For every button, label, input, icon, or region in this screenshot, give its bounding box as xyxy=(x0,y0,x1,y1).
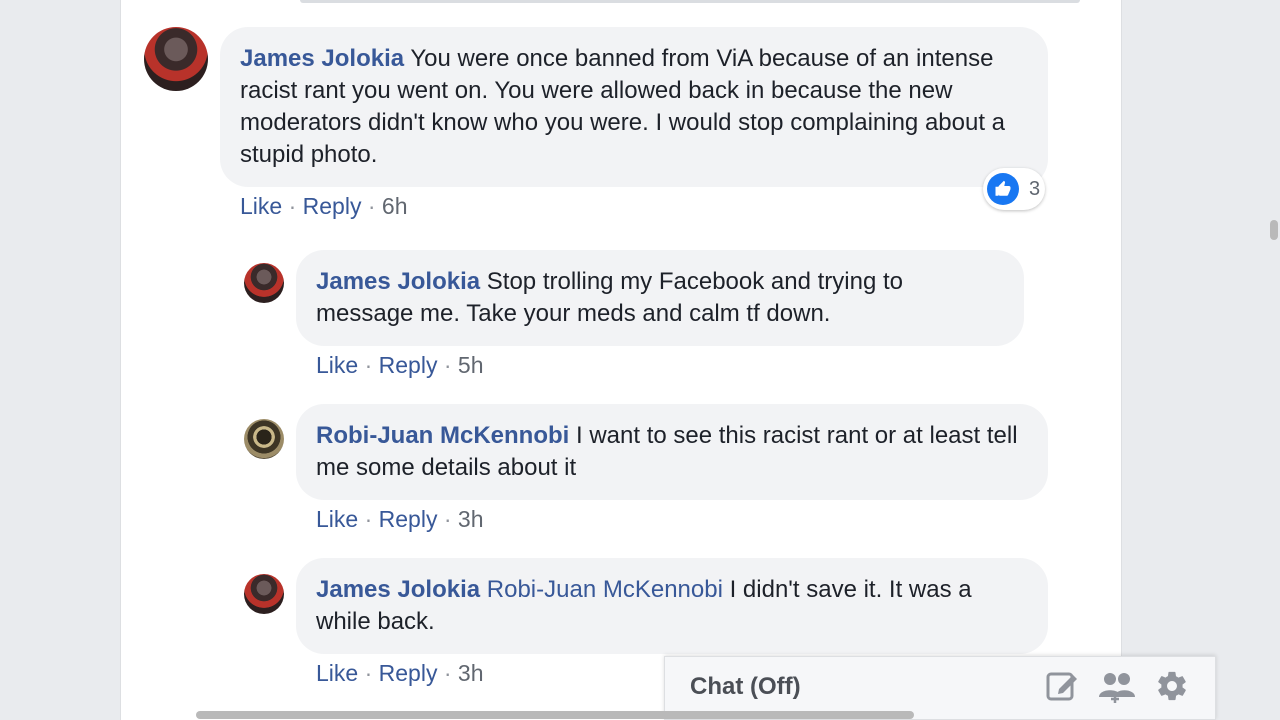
separator: · xyxy=(364,506,373,532)
compose-icon[interactable] xyxy=(1045,669,1079,708)
separator: · xyxy=(367,193,376,219)
comment-bubble: James Jolokia You were once banned from … xyxy=(220,27,1048,187)
chat-status-label[interactable]: Chat (Off) xyxy=(690,673,801,701)
separator: · xyxy=(364,660,373,686)
reply-link[interactable]: Reply xyxy=(379,506,438,532)
reply-link[interactable]: Reply xyxy=(303,193,362,219)
avatar[interactable] xyxy=(244,574,284,614)
horizontal-scrollbar[interactable] xyxy=(196,711,914,719)
separator: · xyxy=(364,352,373,378)
comment-timestamp[interactable]: 3h xyxy=(458,660,484,686)
mention-link[interactable]: Robi-Juan McKennobi xyxy=(487,576,723,603)
avatar[interactable] xyxy=(244,263,284,303)
comment-actions: Like · Reply · 5h xyxy=(316,352,484,379)
separator: · xyxy=(443,506,452,532)
comment-actions: Like · Reply · 6h xyxy=(240,193,408,220)
comment-author[interactable]: Robi-Juan McKennobi xyxy=(316,422,569,449)
like-link[interactable]: Like xyxy=(316,660,358,686)
reply-link[interactable]: Reply xyxy=(379,352,438,378)
like-icon xyxy=(987,173,1019,205)
reply-link[interactable]: Reply xyxy=(379,660,438,686)
comment-bubble: James Jolokia Robi-Juan McKennobi I didn… xyxy=(296,558,1048,654)
comment-bubble: James Jolokia Stop trolling my Facebook … xyxy=(296,250,1024,346)
reaction-summary[interactable]: 3 xyxy=(983,168,1045,210)
separator: · xyxy=(443,660,452,686)
comment-author[interactable]: James Jolokia xyxy=(316,268,480,295)
comment-timestamp[interactable]: 5h xyxy=(458,352,484,378)
create-group-icon[interactable] xyxy=(1099,669,1135,708)
like-link[interactable]: Like xyxy=(316,352,358,378)
comment-timestamp[interactable]: 3h xyxy=(458,506,484,532)
like-link[interactable]: Like xyxy=(240,193,282,219)
separator: · xyxy=(288,193,297,219)
avatar[interactable] xyxy=(144,27,208,91)
reaction-count: 3 xyxy=(1029,177,1041,200)
comment-author[interactable]: James Jolokia xyxy=(240,45,404,72)
like-link[interactable]: Like xyxy=(316,506,358,532)
comment-actions: Like · Reply · 3h xyxy=(316,506,484,533)
previous-comment-edge xyxy=(300,0,1080,3)
comment-timestamp[interactable]: 6h xyxy=(382,193,408,219)
vertical-scrollbar[interactable] xyxy=(1270,220,1278,240)
avatar[interactable] xyxy=(244,419,284,459)
gear-icon[interactable] xyxy=(1155,669,1189,708)
comment-actions: Like · Reply · 3h xyxy=(316,660,484,687)
comment-author[interactable]: James Jolokia xyxy=(316,576,480,603)
separator: · xyxy=(443,352,452,378)
comment-bubble: Robi-Juan McKennobi I want to see this r… xyxy=(296,404,1048,500)
